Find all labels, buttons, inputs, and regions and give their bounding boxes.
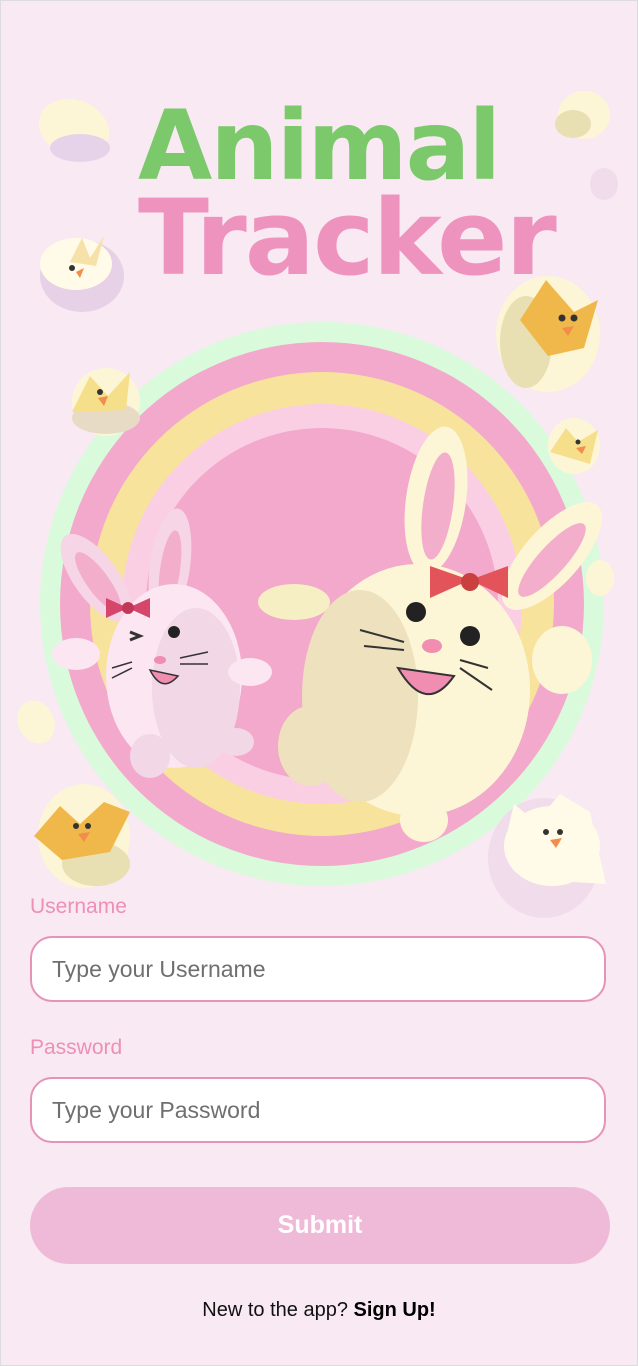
chick-icon — [40, 236, 124, 312]
chick-icon — [72, 368, 140, 436]
egg-icon — [38, 98, 110, 162]
egg-icon — [590, 168, 618, 200]
username-label: Username — [30, 895, 127, 918]
app-title-line2: Tracker — [138, 177, 557, 299]
username-input[interactable] — [30, 936, 606, 1002]
egg-icon — [586, 560, 614, 596]
chick-icon — [548, 418, 600, 474]
egg-icon — [17, 700, 55, 744]
chick-icon — [34, 784, 130, 888]
signup-prompt: New to the app? Sign Up! — [0, 1299, 638, 1322]
submit-button[interactable]: Submit — [30, 1187, 610, 1264]
password-input[interactable] — [30, 1077, 606, 1143]
password-label: Password — [30, 1036, 123, 1059]
app-title: Animal Tracker — [138, 98, 557, 299]
signup-link[interactable]: Sign Up! — [354, 1299, 436, 1321]
signup-prompt-text: New to the app? — [202, 1299, 348, 1321]
egg-icon — [555, 91, 610, 139]
